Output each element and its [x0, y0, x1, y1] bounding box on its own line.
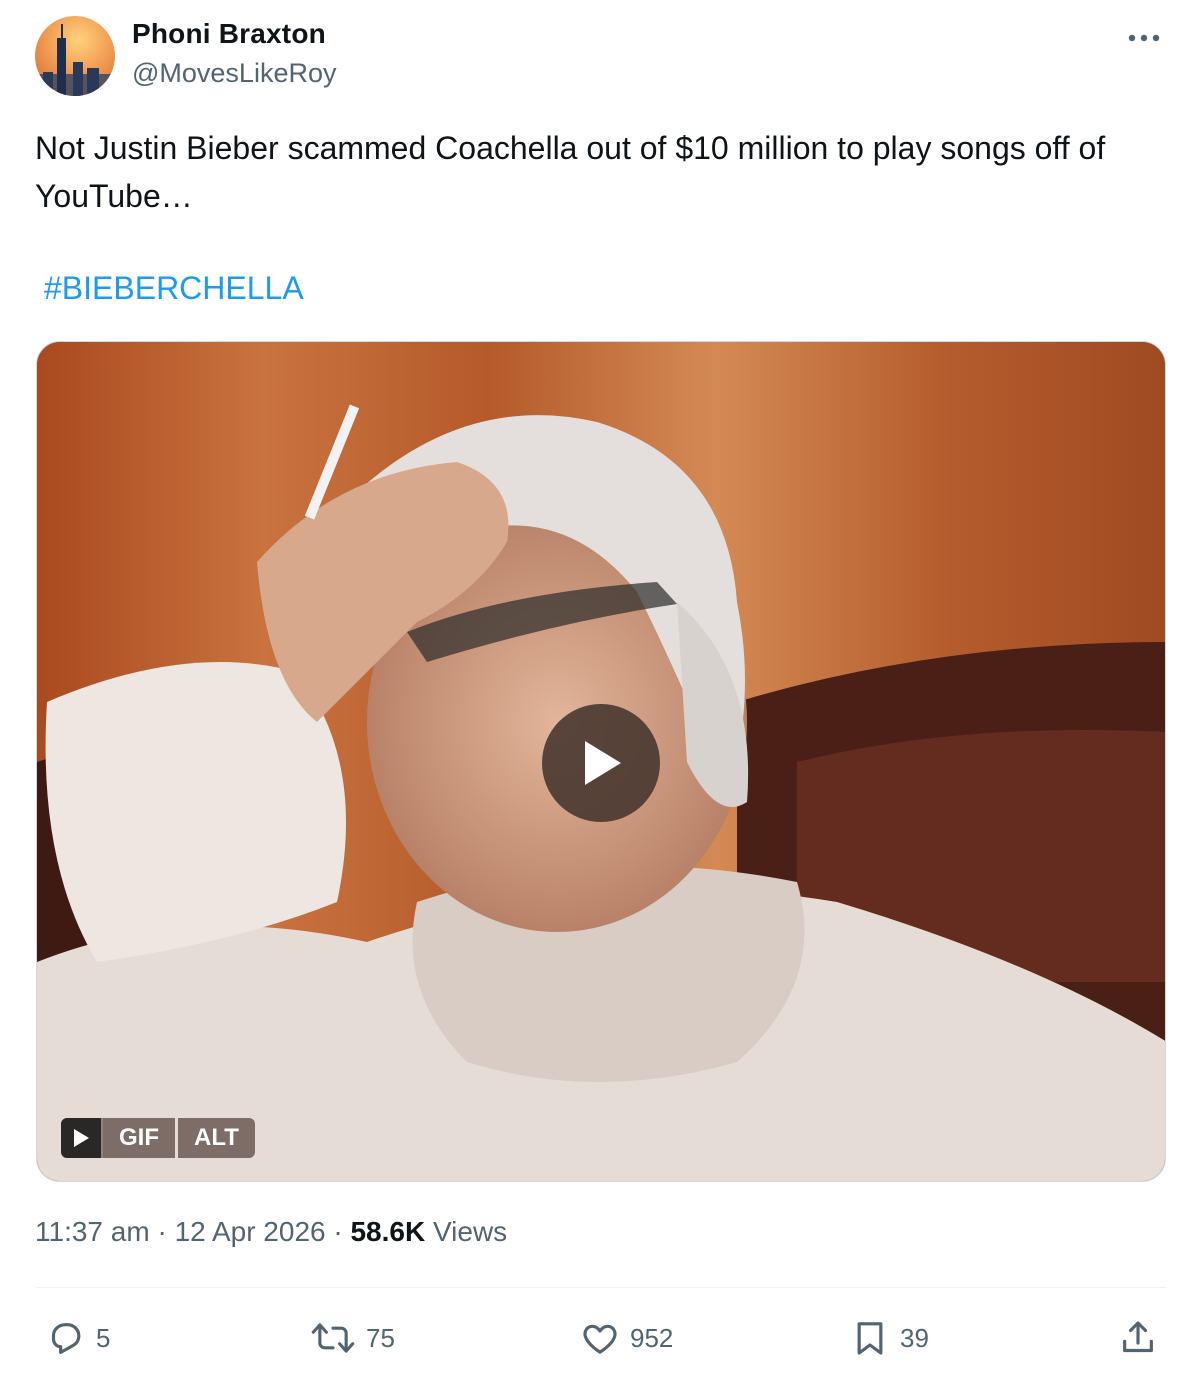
play-icon [585, 741, 621, 785]
author-handle[interactable]: @MovesLikeRoy [132, 58, 336, 89]
avatar[interactable] [35, 16, 115, 96]
action-bar: 5 75 952 39 [0, 1310, 1192, 1370]
share-icon [1123, 1321, 1153, 1353]
gif-badge: GIF [101, 1118, 175, 1158]
divider [36, 1287, 1166, 1288]
reply-count: 5 [96, 1322, 111, 1353]
author-display-name[interactable]: Phoni Braxton [132, 18, 326, 50]
hashtag-link[interactable]: #BIEBERCHELLA [44, 270, 304, 307]
tweet-card: Phoni Braxton @MovesLikeRoy Not Justin B… [0, 0, 1192, 1376]
gif-autoplay-toggle[interactable] [61, 1118, 101, 1158]
tweet-date[interactable]: 12 Apr 2026 [175, 1216, 326, 1247]
views-label: Views [425, 1216, 508, 1247]
views-count: 58.6K [350, 1216, 426, 1247]
heart-icon [583, 1324, 617, 1354]
reply-icon [51, 1323, 81, 1354]
reply-button[interactable]: 5 [46, 1310, 110, 1366]
repost-icon [311, 1323, 355, 1353]
more-options-button[interactable] [1124, 18, 1164, 58]
share-button[interactable] [1118, 1310, 1158, 1366]
bookmark-count: 39 [900, 1322, 929, 1353]
small-play-icon [74, 1129, 89, 1147]
media-badges: GIF ALT [61, 1118, 255, 1158]
tweet-time[interactable]: 11:37 am [35, 1216, 150, 1247]
meta-separator: · [325, 1216, 351, 1247]
like-count: 952 [630, 1322, 674, 1353]
bookmark-icon [857, 1322, 883, 1355]
avatar-skyline-icon [35, 24, 115, 96]
alt-text-badge[interactable]: ALT [178, 1118, 255, 1158]
repost-button[interactable]: 75 [310, 1310, 395, 1366]
play-button[interactable] [542, 704, 660, 822]
more-icon [1128, 34, 1160, 42]
tweet-text: Not Justin Bieber scammed Coachella out … [35, 130, 1106, 214]
bookmark-button[interactable]: 39 [850, 1310, 929, 1366]
like-button[interactable]: 952 [580, 1310, 673, 1366]
gif-media[interactable]: GIF ALT [36, 341, 1166, 1182]
meta-separator: · [149, 1216, 175, 1247]
repost-count: 75 [366, 1322, 395, 1353]
tweet-meta: 11:37 am · 12 Apr 2026 · 58.6K Views [35, 1216, 507, 1248]
